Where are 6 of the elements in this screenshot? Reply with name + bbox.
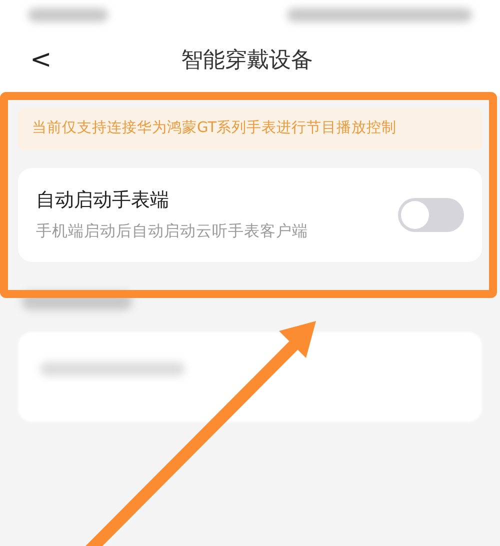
setting-description: 手机端启动后自动启动云听手表客户端: [36, 221, 308, 242]
toggle-switch[interactable]: [398, 198, 464, 232]
page-title: 智能穿戴设备: [180, 46, 314, 74]
back-button[interactable]: <: [24, 47, 58, 73]
notice-banner: 当前仅支持连接华为鸿蒙GT系列手表进行节目播放控制: [18, 108, 482, 150]
setting-title: 自动启动手表端: [36, 188, 170, 213]
